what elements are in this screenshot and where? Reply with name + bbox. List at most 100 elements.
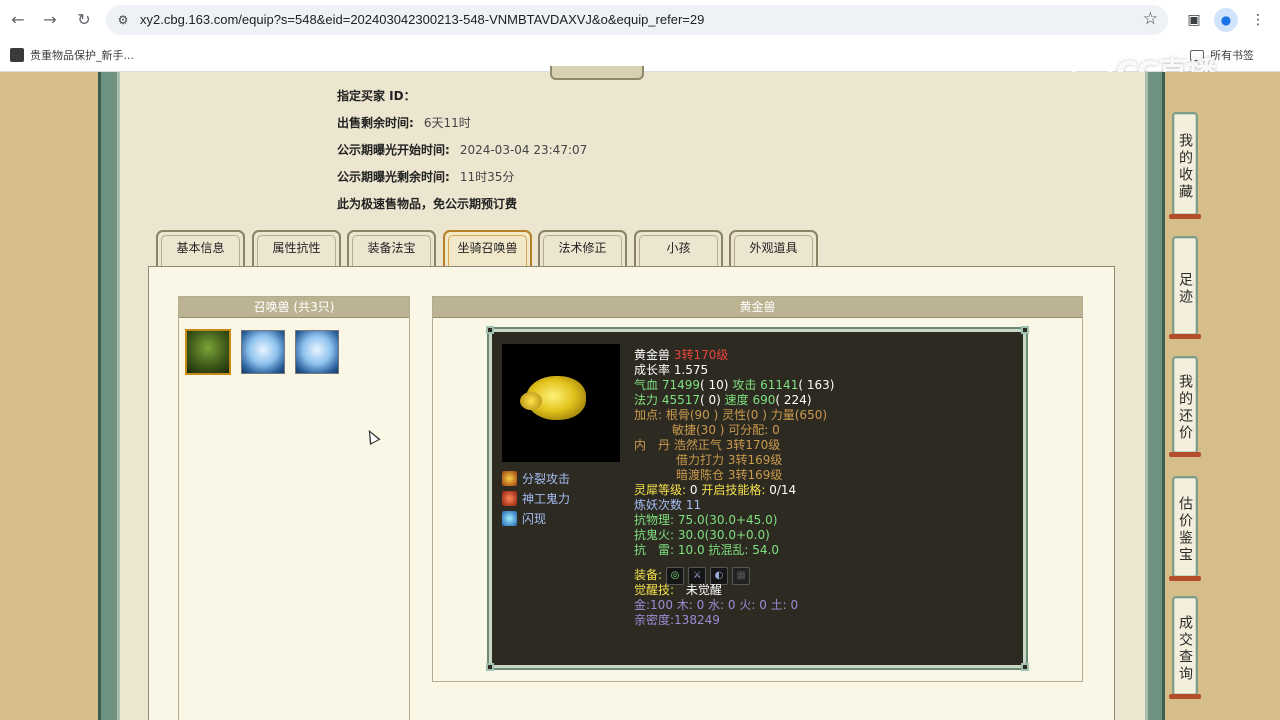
tab-mounts-pets[interactable]: 坐骑召唤兽	[443, 230, 532, 266]
equip-helmet-icon[interactable]: ◐	[710, 566, 729, 585]
tab-children[interactable]: 小孩	[634, 230, 723, 266]
star-icon[interactable]: ☆	[1143, 9, 1158, 29]
attack-value: 61141	[760, 378, 799, 392]
linxi-label: 灵犀等级:	[634, 483, 687, 497]
sidebar-icon[interactable]: ▣	[1182, 8, 1206, 32]
side-nav-my-counteroffers[interactable]: 我的还价	[1172, 356, 1198, 454]
green-warrior-pet-icon[interactable]	[185, 329, 231, 375]
flash-icon	[502, 510, 517, 526]
skill-item[interactable]: 分裂攻击	[502, 468, 570, 488]
attack-extra: ( 163)	[798, 378, 835, 392]
address-bar[interactable]: ⚙ xy2.cbg.163.com/equip?s=548&eid=202403…	[106, 5, 1168, 35]
golden-beast-head	[520, 392, 542, 410]
lianyao-count: 炼妖次数 11	[634, 498, 702, 512]
skill-label: 分裂攻击	[522, 471, 571, 486]
pet-level: 3转170级	[673, 348, 729, 362]
info-row-buyer: 指定买家 ID：	[337, 89, 416, 103]
speed-value: 690	[752, 393, 776, 407]
side-nav-cap	[1169, 334, 1201, 339]
split-attack-icon	[502, 470, 517, 486]
back-icon[interactable]: ←	[6, 8, 30, 32]
linxi-value: 0	[689, 483, 698, 497]
site-settings-icon[interactable]: ⚙	[114, 11, 132, 29]
favicon-icon	[10, 48, 24, 62]
speed-extra: ( 224)	[775, 393, 812, 407]
pet-skill-list: 分裂攻击 神工鬼力 闪现	[502, 468, 570, 528]
left-frame	[98, 72, 120, 720]
card-corner	[486, 663, 494, 671]
points-line-1: 加点: 根骨(90 ) 灵性(0 ) 力量(650)	[634, 408, 828, 422]
resist-ghostfire: 抗鬼火: 30.0(30.0+0.0)	[634, 528, 770, 542]
resist-thunder: 抗 雷: 10.0 抗混乱: 54.0	[634, 543, 779, 557]
speed-label: 速度	[724, 393, 749, 407]
side-nav-footprint[interactable]: 足迹	[1172, 236, 1198, 336]
card-corner	[1021, 326, 1029, 334]
info-row-remaining: 出售剩余时间: 6天11时	[337, 116, 471, 130]
pet-name: 黄金兽	[634, 348, 671, 362]
reload-icon[interactable]: ↻	[72, 8, 96, 32]
side-nav-cap	[1169, 694, 1201, 699]
equip-label: 装备:	[634, 568, 663, 582]
skill-item[interactable]: 神工鬼力	[502, 488, 570, 508]
side-nav-appraisal[interactable]: 估价鉴宝	[1172, 476, 1198, 578]
profile-icon[interactable]: ●	[1214, 8, 1238, 32]
tab-basic-info[interactable]: 基本信息	[156, 230, 245, 266]
equip-armor-icon[interactable]: ⚔	[688, 566, 707, 585]
card-corner	[486, 326, 494, 334]
side-nav-favorites[interactable]: 我的收藏	[1172, 112, 1198, 216]
url-text[interactable]: xy2.cbg.163.com/equip?s=548&eid=20240304…	[140, 12, 704, 27]
awake-label: 觉醒技:	[634, 583, 675, 597]
ice-pet-icon[interactable]	[295, 330, 339, 374]
side-nav-cap	[1169, 214, 1201, 219]
mp-extra: ( 0)	[700, 393, 721, 407]
neidan-label: 内 丹	[634, 438, 671, 452]
skill-label: 神工鬼力	[522, 491, 571, 506]
pet-detail-title: 黄金兽	[433, 297, 1082, 318]
neidan-3: 暗渡陈仓 3转169级	[676, 468, 783, 482]
points-line-2: 敏捷(30 ) 可分配: 0	[672, 423, 780, 437]
card-corner	[1021, 663, 1029, 671]
top-tab-stub	[550, 66, 644, 80]
equip-ring-icon[interactable]: ◎	[666, 566, 685, 585]
side-nav-transaction-query[interactable]: 成交查询	[1172, 596, 1198, 696]
skill-cap-value: 0/14	[769, 483, 797, 497]
tab-equipment[interactable]: 装备法宝	[347, 230, 436, 266]
pet-detail-card: 分裂攻击 神工鬼力 闪现 黄金兽 3转170级 成长率 1.575 气血 714…	[486, 326, 1029, 671]
pet-stats: 黄金兽 3转170级 成长率 1.575 气血 71499( 10) 攻击 61…	[634, 348, 834, 628]
info-row-expose-remaining: 公示期曝光剩余时间: 11时35分	[337, 170, 515, 184]
forward-icon[interactable]: →	[38, 8, 62, 32]
bookmark-item[interactable]: 贵重物品保护_新手...	[10, 47, 134, 63]
resist-physical: 抗物理: 75.0(30.0+45.0)	[634, 513, 778, 527]
all-bookmarks-label: 所有书签	[1210, 49, 1254, 62]
neidan-2: 借力打力 3转169级	[676, 453, 783, 467]
ice-pet-icon[interactable]	[241, 330, 285, 374]
side-nav-cap	[1169, 452, 1201, 457]
equip-row: 装备: ◎ ⚔ ◐ ▦	[634, 566, 834, 585]
tab-spell-mods[interactable]: 法术修正	[538, 230, 627, 266]
neidan-1: 浩然正气 3转170级	[673, 438, 781, 452]
attack-label: 攻击	[732, 378, 757, 392]
skill-label: 闪现	[522, 511, 547, 526]
tab-attributes[interactable]: 属性抗性	[252, 230, 341, 266]
info-row-expose-start: 公示期曝光开始时间: 2024-03-04 23:47:07	[337, 143, 588, 157]
element-values: 金:100 木: 0 水: 0 火: 0 土: 0	[634, 598, 799, 612]
intimacy: 亲密度:138249	[634, 613, 720, 627]
menu-icon[interactable]: ⋮	[1246, 8, 1270, 32]
pet-growth: 成长率 1.575	[634, 363, 709, 377]
tab-cosmetics[interactable]: 外观道具	[729, 230, 818, 266]
info-row-quick-sale: 此为极速售物品，免公示期预订费	[337, 197, 518, 211]
skill-item[interactable]: 闪现	[502, 508, 570, 528]
pet-icon-row	[185, 329, 339, 375]
side-nav-cap	[1169, 576, 1201, 581]
awake-value: 未觉醒	[685, 583, 722, 597]
mp-label: 法力	[634, 393, 659, 407]
skill-cap-label: 开启技能格:	[701, 483, 766, 497]
equip-empty-icon[interactable]: ▦	[732, 566, 751, 585]
mp-value: 45517	[661, 393, 701, 407]
hp-value: 71499	[661, 378, 701, 392]
hp-label: 气血	[634, 378, 659, 392]
divine-strength-icon	[502, 490, 517, 506]
pet-portrait	[502, 344, 620, 462]
pet-list-panel: 召唤兽 (共3只)	[178, 296, 410, 720]
right-frame	[1145, 72, 1165, 720]
